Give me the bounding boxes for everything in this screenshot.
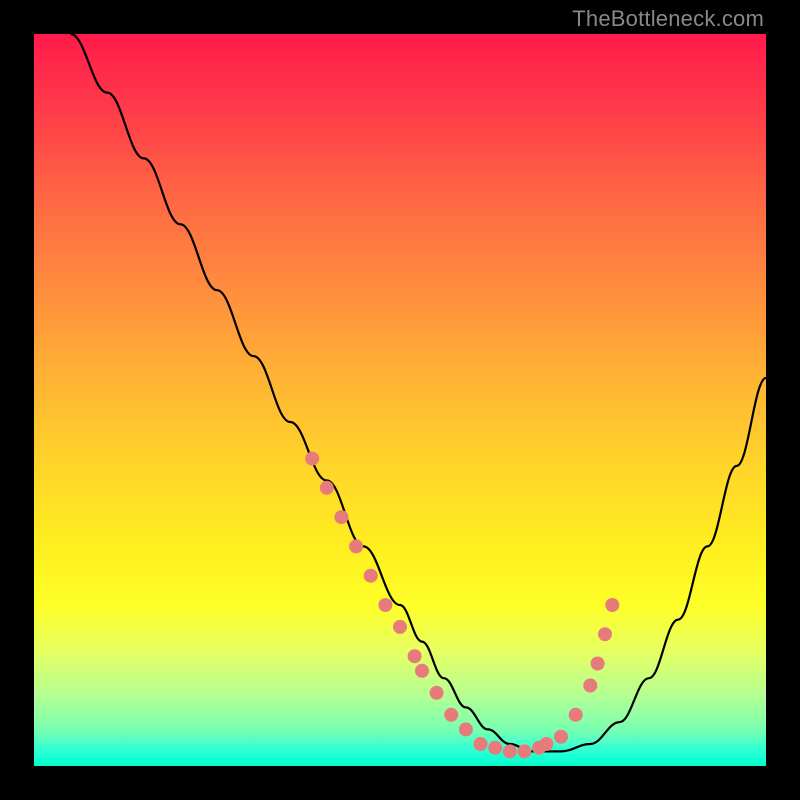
highlight-dot [503,744,517,758]
highlight-dot [539,737,553,751]
highlight-dot [334,510,348,524]
highlight-dot [488,741,502,755]
highlight-dot [444,708,458,722]
plot-area [34,34,766,766]
highlight-dot [517,744,531,758]
highlight-dot [554,730,568,744]
highlight-dot [430,686,444,700]
highlight-dot [393,620,407,634]
highlight-dot [364,569,378,583]
highlight-dot [378,598,392,612]
watermark-text: TheBottleneck.com [572,6,764,32]
highlight-dot [408,649,422,663]
highlight-dot [583,679,597,693]
highlight-dot [320,481,334,495]
highlight-dot [459,722,473,736]
highlight-dot [605,598,619,612]
highlight-dot [591,657,605,671]
highlight-dot [569,708,583,722]
chart-container: TheBottleneck.com [0,0,800,800]
bottleneck-curve [71,34,766,751]
highlight-dot [349,539,363,553]
highlight-dots [305,452,619,759]
chart-svg [34,34,766,766]
highlight-dot [598,627,612,641]
highlight-dot [415,664,429,678]
highlight-dot [305,452,319,466]
highlight-dot [474,737,488,751]
